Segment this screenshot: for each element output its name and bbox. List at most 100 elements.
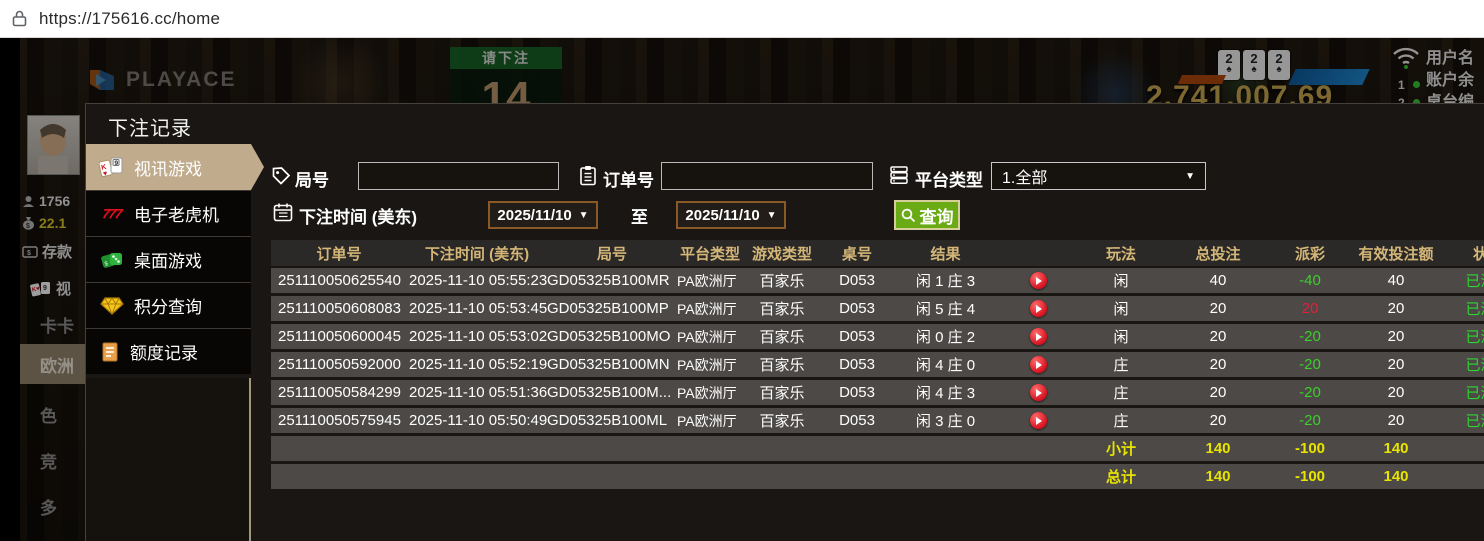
play-video-button[interactable]: [1029, 300, 1047, 318]
cell-play: [998, 384, 1078, 402]
bet-time-label: 下注时间 (美东): [299, 208, 418, 227]
cell-play: [998, 356, 1078, 374]
cell-platform: PA欧洲厅: [677, 412, 737, 429]
play-video-button[interactable]: [1029, 356, 1047, 374]
cell-time: 2025-11-10 05:50:49: [409, 412, 548, 429]
cell-payout: -20: [1299, 356, 1321, 373]
table-row: 251110050625540 2025-11-10 05:55:23 GD0532…: [271, 268, 1484, 293]
cell-playtype: 庄: [1113, 413, 1129, 430]
sidebar-item-table-games[interactable]: $ 桌面游戏: [86, 236, 251, 282]
browser-url-bar[interactable]: https://175616.cc/home: [0, 0, 1484, 38]
cell-table: D053: [839, 272, 875, 289]
date-from-value: 2025/11/10: [497, 206, 572, 224]
sidebar-item-label: 电子老虎机: [134, 206, 219, 225]
bg-nav-item[interactable]: 多: [20, 486, 86, 526]
cell-total: 40: [1209, 272, 1227, 289]
platform-type-select[interactable]: 1.全部: [991, 162, 1206, 190]
user-avatar: [27, 115, 80, 175]
cell-playtype: 闲: [1113, 301, 1129, 318]
cell-total: 20: [1209, 384, 1227, 401]
balance-value: 22.1: [39, 215, 67, 231]
header-cell: 平台类型: [679, 245, 740, 263]
round-number-input[interactable]: [358, 162, 559, 190]
table-row: 251110050575945 2025-11-10 05:50:49 GD0532…: [271, 408, 1484, 433]
table-row: 251110050600045 2025-11-10 05:53:02 GD0532…: [271, 324, 1484, 349]
modal-content: 局号 订单号 平台类型 1.全部 下注时间 (美东): [271, 144, 1484, 541]
query-button[interactable]: 查询: [894, 200, 960, 230]
cell-round: GD05325B100MR: [547, 272, 670, 289]
cell-playtype: 闲: [1113, 273, 1129, 290]
cell-table: D053: [839, 328, 875, 345]
cell-round: GD05325B100MO: [547, 328, 671, 345]
table-row: 251110050584299 2025-11-10 05:51:36 GD0532…: [271, 380, 1484, 405]
cell-platform: PA欧洲厅: [677, 328, 737, 345]
header-cell: 下注时间 (美东): [424, 245, 530, 263]
header-cell: 玩法: [1105, 245, 1136, 263]
cell-status: 已派彩: [1465, 385, 1484, 402]
cell-status: 已派彩: [1465, 413, 1484, 430]
cards-icon: K♥9: [30, 281, 50, 296]
cell-order: 251110050608083: [278, 300, 401, 317]
cell-time: 2025-11-10 05:52:19: [409, 356, 548, 373]
left-black-strip: [0, 38, 20, 541]
records-table: 订单号 下注时间 (美东) 局号 平台类型游戏类型 桌号 结果 玩法 总投注 派彩 有效投注额状态…: [271, 240, 1484, 492]
play-video-button[interactable]: [1029, 412, 1047, 430]
play-video-button[interactable]: [1029, 272, 1047, 290]
modal-sidebar: K ♥ 9 视讯游戏 777 电子老虎机 $ 桌面游戏 积分查询 额度记录: [86, 144, 264, 374]
date-from-picker[interactable]: 2025/11/10: [488, 201, 598, 229]
order-number-label: 订单号: [603, 171, 654, 190]
cell-time: 2025-11-10 05:51:36: [409, 384, 548, 401]
date-to-label: 至: [631, 208, 648, 227]
header-cell: 结果: [930, 245, 961, 263]
order-number-input[interactable]: [661, 162, 873, 190]
bg-nav-item-active[interactable]: 欧洲: [20, 344, 86, 384]
info-label-balance: 账户余: [1426, 72, 1475, 89]
svg-text:9: 9: [115, 160, 119, 167]
cell-result: 闲 3 庄 0: [915, 413, 976, 430]
playing-card: 2: [1268, 50, 1290, 80]
video-nav-row[interactable]: K♥ 9 视: [30, 278, 71, 299]
header-cell: 游戏类型: [751, 245, 812, 263]
bg-nav-item[interactable]: 色: [20, 394, 86, 434]
modal-title: 下注记录: [108, 118, 192, 140]
header-cell: 派彩: [1294, 245, 1325, 263]
cell-total: 20: [1209, 412, 1227, 429]
cell-time: 2025-11-10 05:55:23: [409, 272, 548, 289]
cell-table: D053: [839, 300, 875, 317]
date-to-picker[interactable]: 2025/11/10: [676, 201, 786, 229]
sidebar-item-label: 桌面游戏: [134, 252, 202, 271]
summary-row: 总计 140 -100 140: [271, 464, 1484, 489]
cell-status: 已派彩: [1465, 273, 1484, 290]
points-diamond-icon: [100, 296, 124, 315]
url-text[interactable]: https://175616.cc/home: [39, 9, 220, 29]
summary-cell-playtype: 小计: [1105, 441, 1136, 458]
screen: https://175616.cc/home PlayAce 请下注 14: [0, 0, 1484, 541]
deposit-row[interactable]: $ 存款: [22, 241, 72, 262]
bg-nav-item[interactable]: 卡卡: [20, 304, 86, 344]
header-cell: 局号: [596, 245, 627, 263]
cell-round: GD05325B100ML: [547, 412, 668, 429]
sidebar-item-video-games[interactable]: K ♥ 9 视讯游戏: [86, 144, 264, 190]
user-id-row: 1756: [22, 193, 70, 209]
dealt-cards: 2 2 2: [1218, 50, 1290, 80]
header-cell: 订单号: [316, 245, 362, 263]
info-label-username: 用户名: [1426, 50, 1475, 67]
play-video-button[interactable]: [1029, 328, 1047, 346]
sidebar-item-quota[interactable]: 额度记录: [86, 328, 251, 374]
deposit-label: 存款: [42, 244, 73, 261]
summary-row: 小计 140 -100 140: [271, 436, 1484, 461]
sidebar-item-points[interactable]: 积分查询: [86, 282, 251, 328]
cell-order: 251110050592000: [278, 356, 401, 373]
cell-valid: 20: [1387, 300, 1405, 317]
cell-table: D053: [839, 384, 875, 401]
cell-total: 20: [1209, 356, 1227, 373]
cell-result: 闲 5 庄 4: [915, 301, 976, 318]
round-number-label: 局号: [295, 171, 329, 190]
svg-text:$: $: [26, 223, 30, 230]
table-games-icon: $: [101, 252, 122, 267]
play-video-button[interactable]: [1029, 384, 1047, 402]
bg-nav-item[interactable]: 竞: [20, 440, 86, 480]
cell-table: D053: [839, 412, 875, 429]
cell-play: [998, 328, 1078, 346]
sidebar-item-slots[interactable]: 777 电子老虎机: [86, 190, 251, 236]
